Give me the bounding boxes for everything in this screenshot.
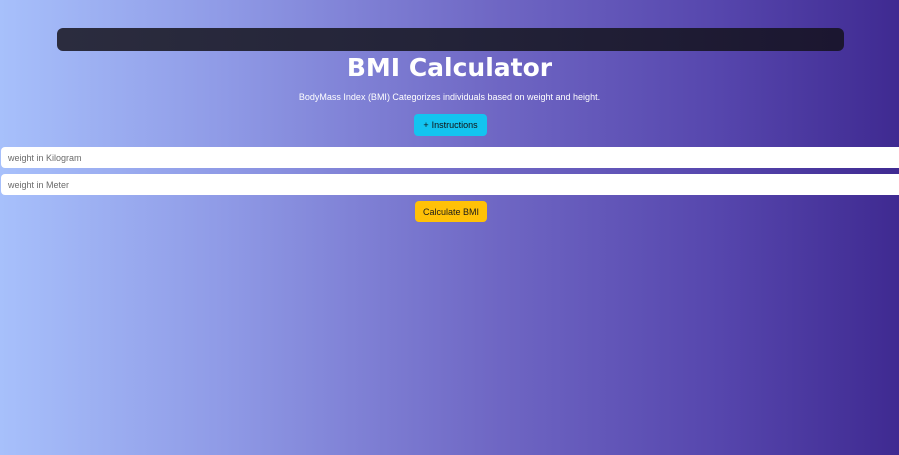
weight-input[interactable] <box>1 147 899 168</box>
page-title: BMI Calculator <box>346 53 553 82</box>
plus-icon: + <box>423 120 429 130</box>
calculate-bmi-button[interactable]: Calculate BMI <box>415 201 487 222</box>
instructions-button-label: Instructions <box>431 120 478 130</box>
page-subtitle: BodyMass Index (BMI) Categorizes individ… <box>298 92 601 102</box>
height-input[interactable] <box>1 174 899 195</box>
calculate-bmi-label: Calculate BMI <box>422 206 480 217</box>
instructions-button[interactable]: + Instructions <box>414 114 487 136</box>
top-bar <box>57 28 844 51</box>
